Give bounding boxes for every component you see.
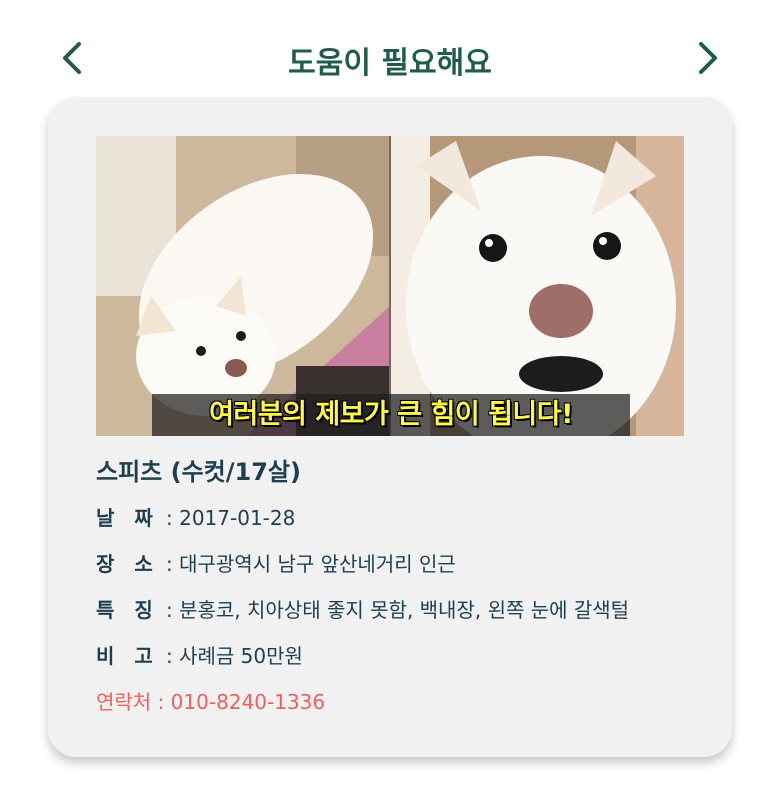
- contact-row: 연락처 : 010-8240-1336: [96, 679, 706, 725]
- detail-value: 분홍코, 치아상태 좋지 못함, 백내장, 왼쪽 눈에 갈색털: [179, 598, 630, 622]
- contact-label: 연락처: [96, 690, 152, 714]
- chevron-right-icon: [699, 42, 717, 74]
- detail-label: 비 고: [96, 644, 153, 668]
- detail-label: 특 징: [96, 598, 153, 622]
- header: 도움이 필요해요: [0, 28, 780, 88]
- detail-separator: :: [166, 598, 173, 622]
- detail-value: 대구광역시 남구 앞산네거리 인근: [179, 552, 456, 576]
- pet-info: 스피츠 (수컷/17살) 날 짜: 2017-01-28 장 소: 대구광역시 …: [96, 449, 706, 725]
- detail-row-location: 장 소: 대구광역시 남구 앞산네거리 인근: [96, 541, 706, 587]
- detail-value: 사례금 50만원: [179, 644, 303, 668]
- contact-phone[interactable]: 010-8240-1336: [171, 690, 325, 714]
- detail-row-date: 날 짜: 2017-01-28: [96, 495, 706, 541]
- detail-label: 날 짜: [96, 506, 153, 530]
- detail-row-note: 비 고: 사례금 50만원: [96, 633, 706, 679]
- detail-separator: :: [157, 690, 165, 714]
- detail-separator: :: [166, 644, 173, 668]
- detail-label: 장 소: [96, 552, 153, 576]
- detail-row-features: 특 징: 분홍코, 치아상태 좋지 못함, 백내장, 왼쪽 눈에 갈색털: [96, 587, 706, 633]
- detail-value: 2017-01-28: [179, 506, 296, 530]
- lost-pet-page: 도움이 필요해요 여러분의 제보가 큰 힘이 됩니다! 스피츠 (수컷/17살)…: [0, 0, 780, 790]
- lost-pet-card: 여러분의 제보가 큰 힘이 됩니다! 스피츠 (수컷/17살) 날 짜: 201…: [48, 97, 732, 757]
- pet-photo: 여러분의 제보가 큰 힘이 됩니다!: [96, 136, 684, 436]
- pet-name: 스피츠 (수컷/17살): [96, 458, 301, 486]
- detail-separator: :: [166, 552, 173, 576]
- pet-photo-image: [96, 136, 684, 436]
- photo-caption: 여러분의 제보가 큰 힘이 됩니다!: [152, 394, 630, 436]
- page-title: 도움이 필요해요: [288, 46, 492, 81]
- next-button[interactable]: [686, 36, 730, 80]
- detail-separator: :: [166, 506, 173, 530]
